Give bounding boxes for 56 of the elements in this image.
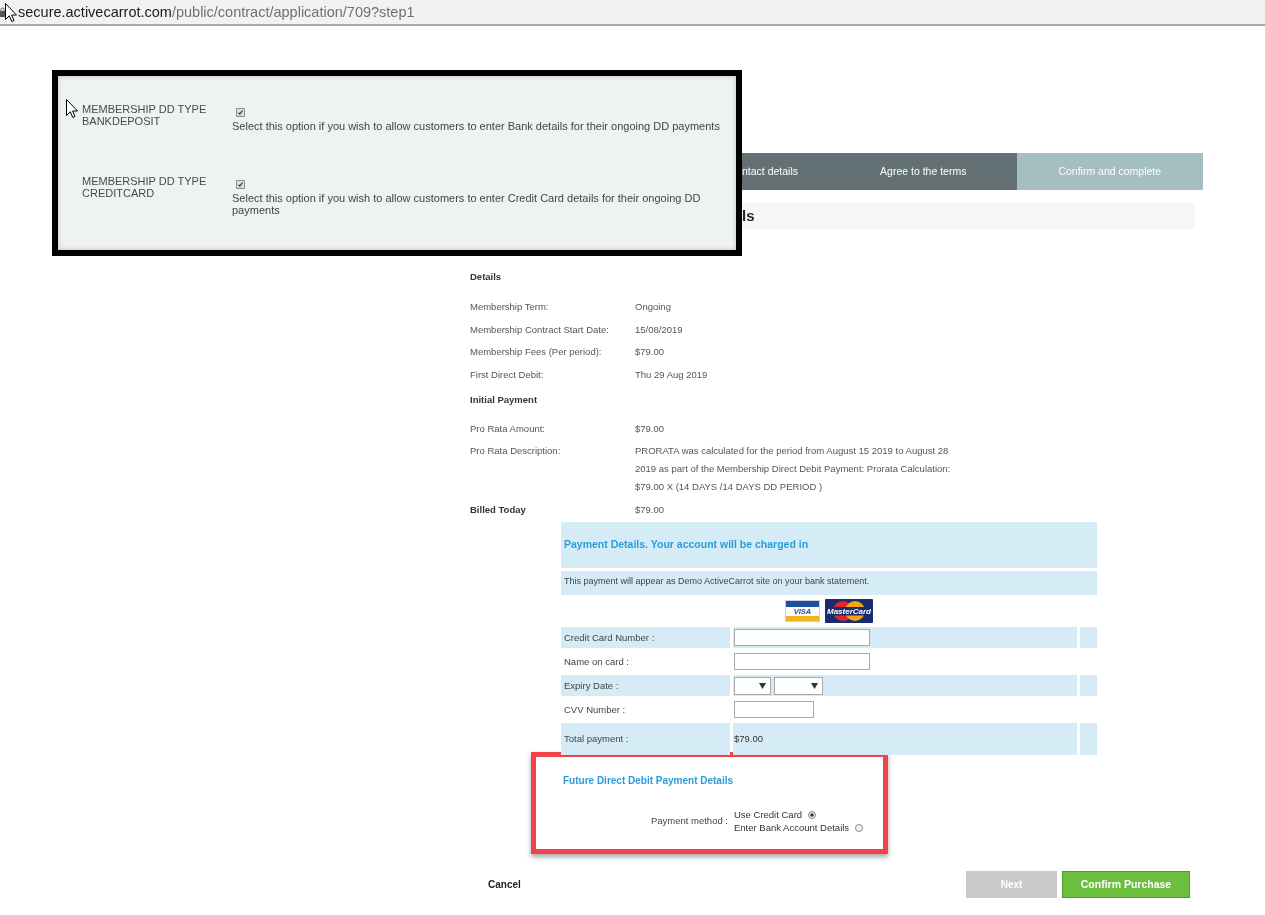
field-label: Total payment : [564,732,629,747]
cancel-link[interactable]: Cancel [488,877,521,893]
detail-label: Membership Term: [470,300,550,315]
section-heading: Initial Payment [470,393,539,408]
table-cell [1080,627,1097,649]
address-field[interactable]: secure.activecarrot.com/public/contract/application/709?step1 [18,0,415,24]
option-description: Select this option if you wish to allow customers to enter Credit Card details for their ongoing DD payments [232,192,702,216]
detail-value: $79.00 [635,421,666,436]
radio-button[interactable] [855,823,864,832]
option-label: MEMBERSHIP DD TYPE CREDITCARD [82,175,208,201]
checkbox[interactable] [236,108,245,117]
checkbox[interactable] [236,180,245,189]
detail-label: Membership Contract Start Date: [470,322,610,337]
section-title: Payment Details. Your account will be charged in [564,537,809,553]
progress-step: Agree to the terms [830,153,1017,190]
radio-label[interactable]: Use Credit Card [734,807,803,822]
cursor-icon [66,99,78,118]
table-cell [1080,675,1097,697]
option-label: MEMBERSHIP DD TYPE BANKDEPOSIT [82,103,208,129]
dropdown-field[interactable] [734,676,771,695]
dropdown-field[interactable] [774,676,823,695]
mastercard-logo: MasterCard [825,599,873,624]
page-heading: ls [742,203,1195,229]
detail-value: 15/08/2019 [635,322,684,337]
table-cell [1080,723,1097,756]
input-field[interactable] [734,653,870,671]
detail-label: First Direct Debit: [470,368,545,383]
section-title: Future Direct Debit Payment Details [563,775,735,788]
progress-step: Confirm and complete [1016,153,1203,190]
progress-step: ntact details [742,153,830,190]
lock-icon [0,7,5,17]
radio-label[interactable]: Enter Bank Account Details [734,820,850,835]
detail-value: PRORATA was calculated for the period from August 15 2019 to August 28 2019 as part of the Membership Direct Debit Payment: Prorata Calculation: $79.00 X (14 DAYS /14 DAYS DD PERIOD ) [635,444,952,495]
field-label: Payment method : [649,814,729,829]
caret-icon [759,682,766,689]
field-label: Credit Card Number : [564,630,655,645]
field-value: $79.00 [734,732,764,747]
radio-button[interactable] [808,810,817,819]
input-field[interactable] [734,629,870,647]
section-heading: Details [470,270,503,284]
detail-label: Pro Rata Amount: [470,421,546,436]
input-field[interactable] [734,701,814,719]
field-label: Expiry Date : [564,678,619,693]
detail-value: $79.00 [635,345,666,360]
payment-note: This payment will appear as Demo ActiveCarrot site on your bank statement. [564,576,870,587]
field-label: CVV Number : [564,702,626,717]
field-label: Name on card : [564,654,629,669]
detail-label: Billed Today [470,502,527,517]
caret-icon [811,682,818,689]
detail-label: Pro Rata Description: [470,444,562,459]
detail-value: Thu 29 Aug 2019 [635,368,709,383]
detail-value: $79.00 [635,502,666,517]
cursor-icon [5,3,17,22]
detail-value: Ongoing [635,300,672,315]
option-description: Select this option if you wish to allow customers to enter Bank details for their ongoing DD payments [232,120,720,132]
detail-label: Membership Fees (Per period): [470,345,603,360]
